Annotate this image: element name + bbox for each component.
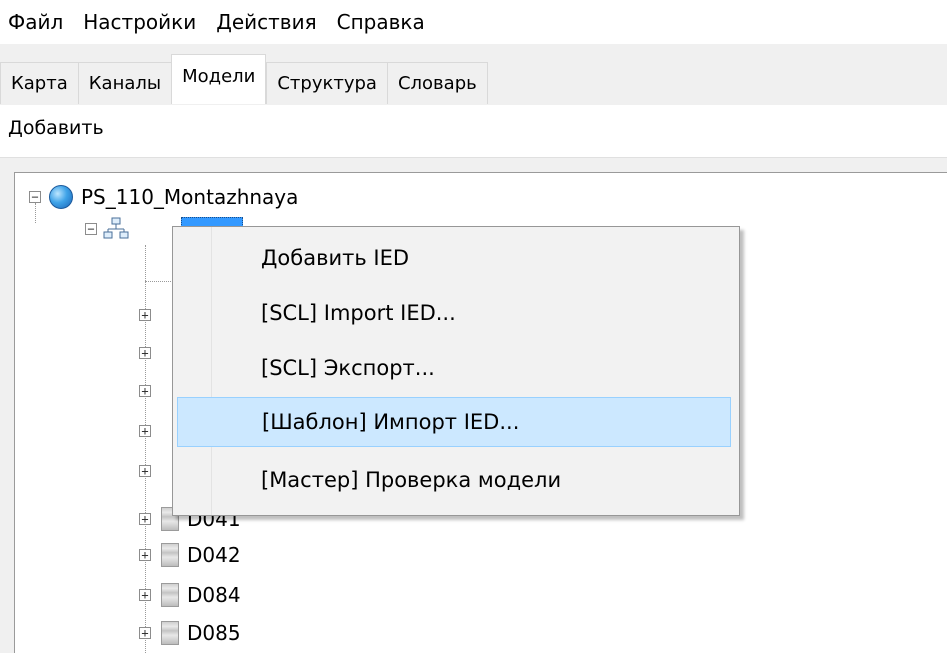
menu-item-add-ied[interactable]: Добавить IED bbox=[177, 233, 731, 283]
tab-channels[interactable]: Каналы bbox=[77, 62, 172, 104]
collapse-icon[interactable]: − bbox=[29, 191, 41, 203]
globe-icon bbox=[49, 185, 73, 209]
expand-icon[interactable]: + bbox=[139, 589, 151, 601]
expand-icon[interactable]: + bbox=[139, 465, 151, 477]
tree-node-ied[interactable]: + bbox=[139, 415, 151, 447]
tree-node-network[interactable]: − bbox=[85, 213, 129, 245]
tab-models[interactable]: Модели bbox=[171, 54, 267, 104]
tab-map[interactable]: Карта bbox=[0, 62, 78, 104]
menu-bar: Файл Настройки Действия Справка bbox=[0, 0, 947, 44]
tree-node-label: D085 bbox=[187, 621, 241, 645]
menu-settings[interactable]: Настройки bbox=[73, 0, 206, 44]
menu-item-scl-import-ied[interactable]: [SCL] Import IED... bbox=[177, 288, 731, 338]
menu-item-wizard-check-model[interactable]: [Мастер] Проверка модели bbox=[177, 455, 731, 505]
tab-dictionary[interactable]: Словарь bbox=[386, 62, 488, 104]
menu-file[interactable]: Файл bbox=[0, 0, 73, 44]
tree-node-ied[interactable]: + bbox=[139, 375, 151, 407]
server-icon bbox=[161, 583, 179, 607]
tab-structure[interactable]: Структура bbox=[266, 62, 387, 104]
tree-node-ied[interactable]: + bbox=[139, 455, 151, 487]
expand-icon[interactable]: + bbox=[139, 425, 151, 437]
menu-actions[interactable]: Действия bbox=[206, 0, 326, 44]
tree-node-ied[interactable]: + bbox=[139, 337, 151, 369]
expand-icon[interactable]: + bbox=[139, 627, 151, 639]
menu-item-scl-export[interactable]: [SCL] Экспорт... bbox=[177, 343, 731, 393]
tree-node-ied[interactable]: + D085 bbox=[139, 617, 241, 649]
expand-icon[interactable]: + bbox=[139, 347, 151, 359]
expand-icon[interactable]: + bbox=[139, 513, 151, 525]
server-icon bbox=[161, 621, 179, 645]
menu-help[interactable]: Справка bbox=[327, 0, 435, 44]
network-icon bbox=[103, 217, 129, 239]
tree-node-ied[interactable]: + D042 bbox=[139, 539, 241, 571]
tree-node-ied[interactable]: + D084 bbox=[139, 579, 241, 611]
toolbar: Добавить bbox=[0, 105, 947, 158]
tree-node-label: D042 bbox=[187, 543, 241, 567]
tree-node-label: D084 bbox=[187, 583, 241, 607]
server-icon bbox=[161, 543, 179, 567]
expand-icon[interactable]: + bbox=[139, 549, 151, 561]
expand-icon[interactable]: + bbox=[139, 309, 151, 321]
tree-node-root[interactable]: − PS_110_Montazhnaya bbox=[29, 181, 298, 213]
tree-node-ied[interactable]: + bbox=[139, 299, 151, 331]
context-menu: Добавить IED [SCL] Import IED... [SCL] Э… bbox=[172, 226, 740, 516]
expand-icon[interactable]: + bbox=[139, 385, 151, 397]
add-button[interactable]: Добавить bbox=[8, 117, 104, 139]
tree-node-label: PS_110_Montazhnaya bbox=[81, 185, 299, 209]
tab-strip: Карта Каналы Модели Структура Словарь bbox=[0, 46, 947, 104]
menu-item-template-import-ied[interactable]: [Шаблон] Импорт IED... bbox=[177, 397, 731, 447]
collapse-icon[interactable]: − bbox=[85, 223, 97, 235]
